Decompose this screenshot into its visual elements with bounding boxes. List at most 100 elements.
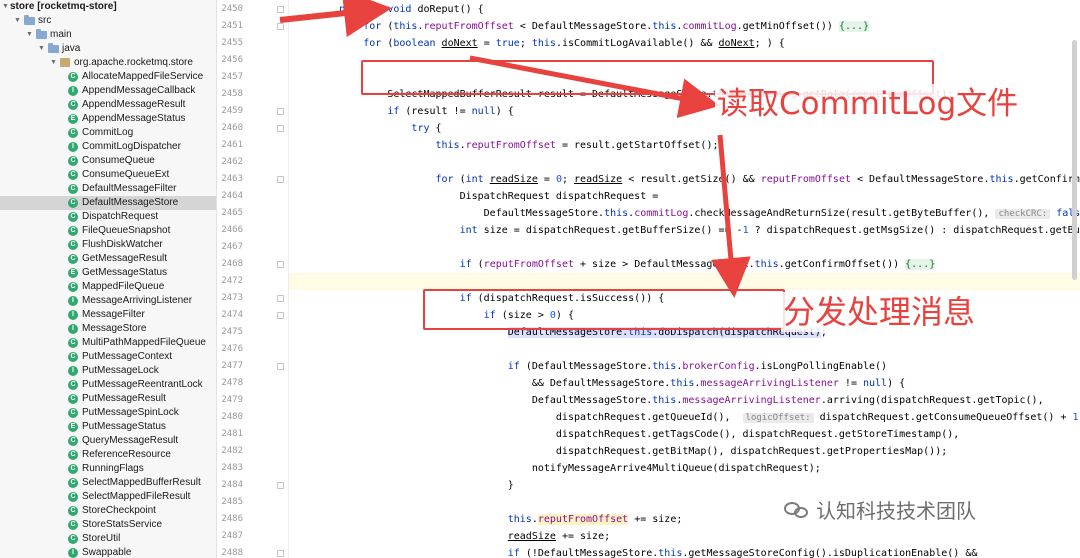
fold-toggle-icon[interactable]	[277, 6, 284, 13]
class-icon: C	[68, 282, 78, 292]
code-line[interactable]	[289, 239, 1080, 256]
code-line[interactable]: dispatchRequest.getTagsCode(), dispatchR…	[289, 426, 1080, 443]
fold-toggle-icon[interactable]	[277, 550, 284, 557]
fold-toggle-icon[interactable]	[277, 363, 284, 370]
code-line[interactable]	[289, 154, 1080, 171]
code-line[interactable]: int size = dispatchRequest.getBufferSize…	[289, 222, 1080, 239]
tree-item-class[interactable]: C ConsumeQueue	[0, 154, 216, 168]
code-line[interactable]: dispatchRequest.getQueueId(), logicOffse…	[289, 409, 1080, 426]
tree-item-folder[interactable]: ▼ java	[0, 42, 216, 56]
tree-item-class[interactable]: C DispatchRequest	[0, 210, 216, 224]
class-icon: C	[68, 212, 78, 222]
code-line[interactable]: if (reputFromOffset + size > DefaultMess…	[289, 256, 1080, 273]
tree-item-class[interactable]: C StoreCheckpoint	[0, 504, 216, 518]
code-line[interactable]: private void doReput() {	[289, 1, 1080, 18]
chevron-down-icon[interactable]: ▼	[14, 14, 21, 28]
tree-item-folder[interactable]: ▼ src	[0, 14, 216, 28]
fold-toggle-icon[interactable]	[277, 482, 284, 489]
tree-item-class[interactable]: I Swappable	[0, 546, 216, 558]
tree-item-folder[interactable]: ▼ main	[0, 28, 216, 42]
tree-item-label: ReferenceResource	[82, 449, 171, 460]
code-line[interactable]: if (DefaultMessageStore.this.brokerConfi…	[289, 358, 1080, 375]
code-token: dispatchRequest.getBitMap(), dispatchReq…	[291, 446, 948, 457]
code-line[interactable]: DefaultMessageStore.this.commitLog.check…	[289, 205, 1080, 222]
code-token: int	[465, 174, 490, 185]
tree-item-class[interactable]: C StoreUtil	[0, 532, 216, 546]
tree-item-class[interactable]: C AllocateMappedFileService	[0, 70, 216, 84]
tree-item-class[interactable]: E PutMessageStatus	[0, 420, 216, 434]
code-line[interactable]	[289, 273, 1080, 290]
code-line[interactable]: for (boolean doNext = true; this.isCommi…	[289, 35, 1080, 52]
tree-item-class[interactable]: C GetMessageResult	[0, 252, 216, 266]
code-token: ;	[561, 174, 575, 185]
tree-item-class[interactable]: C DefaultMessageStore	[0, 196, 216, 210]
tree-item-class[interactable]: I AppendMessageCallback	[0, 84, 216, 98]
code-line[interactable]: dispatchRequest.getBitMap(), dispatchReq…	[289, 443, 1080, 460]
tree-item-class[interactable]: C FileQueueSnapshot	[0, 224, 216, 238]
code-line[interactable]: DefaultMessageStore.this.messageArriving…	[289, 392, 1080, 409]
tree-item-class[interactable]: C StoreStatsService	[0, 518, 216, 532]
tree-item-label: SelectMappedBufferResult	[82, 477, 201, 488]
tree-item-label: java	[62, 43, 81, 54]
class-icon: C	[68, 534, 78, 544]
editor-scrollbar[interactable]	[1072, 40, 1077, 280]
fold-toggle-icon[interactable]	[277, 125, 284, 132]
chevron-down-icon[interactable]: ▼	[2, 0, 9, 14]
tree-item-class[interactable]: E GetMessageStatus	[0, 266, 216, 280]
tree-item-class[interactable]: C ConsumeQueueExt	[0, 168, 216, 182]
tree-item-class[interactable]: C ReferenceResource	[0, 448, 216, 462]
line-number: 2483	[221, 463, 243, 473]
tree-item-class[interactable]: C AppendMessageResult	[0, 98, 216, 112]
tree-item-class[interactable]: C DefaultMessageFilter	[0, 182, 216, 196]
tree-item-class[interactable]: C CommitLog	[0, 126, 216, 140]
class-icon: I	[68, 310, 78, 320]
chevron-down-icon[interactable]: ▼	[26, 28, 33, 42]
fold-toggle-icon[interactable]	[277, 108, 284, 115]
fold-toggle-icon[interactable]	[277, 261, 284, 268]
code-token: if	[507, 361, 526, 372]
tree-item-class[interactable]: I MessageArrivingListener	[0, 294, 216, 308]
fold-toggle-icon[interactable]	[277, 176, 284, 183]
chevron-down-icon[interactable]: ▼	[50, 56, 57, 70]
class-icon: I	[68, 548, 78, 558]
tree-item-class[interactable]: I PutMessageLock	[0, 364, 216, 378]
code-line[interactable]: for (int readSize = 0; readSize < result…	[289, 171, 1080, 188]
tree-item-label: PutMessageContext	[82, 351, 173, 362]
code-line[interactable]: for (this.reputFromOffset < DefaultMessa…	[289, 18, 1080, 35]
code-line[interactable]: DispatchRequest dispatchRequest =	[289, 188, 1080, 205]
tree-item-class[interactable]: C QueryMessageResult	[0, 434, 216, 448]
code-line[interactable]: notifyMessageArrive4MultiQueue(dispatchR…	[289, 460, 1080, 477]
tree-item-label: DefaultMessageStore	[82, 197, 179, 208]
tree-item-package[interactable]: ▼ org.apache.rocketmq.store	[0, 56, 216, 70]
code-line[interactable]	[289, 341, 1080, 358]
tree-item-class[interactable]: I MessageFilter	[0, 308, 216, 322]
tree-item-class[interactable]: C RunningFlags	[0, 462, 216, 476]
tree-item-class[interactable]: C FlushDiskWatcher	[0, 238, 216, 252]
tree-item-class[interactable]: E AppendMessageStatus	[0, 112, 216, 126]
code-line[interactable]: && DefaultMessageStore.this.messageArriv…	[289, 375, 1080, 392]
code-line[interactable]: this.reputFromOffset = result.getStartOf…	[289, 137, 1080, 154]
tree-item-module[interactable]: ▼ store [rocketmq-store]	[0, 0, 216, 14]
tree-item-class[interactable]: I MessageStore	[0, 322, 216, 336]
tree-item-class[interactable]: C PutMessageReentrantLock	[0, 378, 216, 392]
line-number: 2457	[221, 72, 243, 82]
code-token: boolean	[393, 38, 442, 49]
tree-item-class[interactable]: C PutMessageResult	[0, 392, 216, 406]
tree-item-class[interactable]: C SelectMappedBufferResult	[0, 476, 216, 490]
tree-item-class[interactable]: C PutMessageContext	[0, 350, 216, 364]
code-line[interactable]: }	[289, 477, 1080, 494]
code-line[interactable]: readSize += size;	[289, 528, 1080, 545]
tree-item-class[interactable]: C MappedFileQueue	[0, 280, 216, 294]
fold-toggle-icon[interactable]	[277, 312, 284, 319]
code-line[interactable]: if (!DefaultMessageStore.this.getMessage…	[289, 545, 1080, 558]
chevron-down-icon[interactable]: ▼	[38, 42, 45, 56]
tree-item-class[interactable]: C PutMessageSpinLock	[0, 406, 216, 420]
class-icon: C	[68, 450, 78, 460]
tree-item-class[interactable]: C SelectMappedFileResult	[0, 490, 216, 504]
tree-item-class[interactable]: I CommitLogDispatcher	[0, 140, 216, 154]
tree-item-label: GetMessageStatus	[82, 267, 168, 278]
code-token: =	[477, 38, 496, 49]
fold-toggle-icon[interactable]	[277, 295, 284, 302]
fold-toggle-icon[interactable]	[277, 23, 284, 30]
tree-item-class[interactable]: C MultiPathMappedFileQueue	[0, 336, 216, 350]
